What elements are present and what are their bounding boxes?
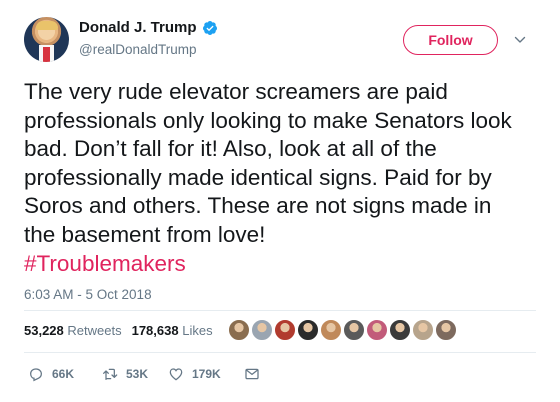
retweets-count: 53,228 [24,323,64,338]
liker-avatar[interactable] [297,319,319,341]
likes-stat[interactable]: 178,638 Likes [132,323,213,338]
liker-avatar[interactable] [412,319,434,341]
liker-avatar[interactable] [343,319,365,341]
retweets-label: Retweets [67,323,122,338]
author-display-name[interactable]: Donald J. Trump [79,19,197,36]
liker-avatar[interactable] [320,319,342,341]
liker-avatar[interactable] [274,319,296,341]
tweet-body: The very rude elevator screamers are pai… [24,79,512,247]
follow-button[interactable]: Follow [403,25,498,55]
liker-avatar[interactable] [366,319,388,341]
avatar-hair [36,21,58,30]
retweet-action[interactable]: 53K [102,366,168,382]
author-name-row[interactable]: Donald J. Trump [79,19,218,36]
hashtag-link[interactable]: #Troublemakers [24,250,524,279]
chevron-down-icon[interactable] [514,35,526,45]
tweet-stats: 53,228 Retweets 178,638 Likes [24,323,213,338]
liker-avatar[interactable] [251,319,273,341]
tweet-timestamp[interactable]: 6:03 AM - 5 Oct 2018 [24,287,152,302]
author-handle[interactable]: @realDonaldTrump [79,42,197,57]
reply-count: 66K [52,367,75,381]
reply-action[interactable]: 66K [28,366,102,382]
retweets-stat[interactable]: 53,228 Retweets [24,323,122,338]
divider [24,352,536,353]
likes-label: Likes [182,323,213,338]
retweet-icon [103,368,118,380]
avatar-tie [43,47,50,62]
like-action[interactable]: 179K [168,366,244,382]
liker-avatar[interactable] [435,319,457,341]
reply-icon [30,368,42,382]
tweet-text: The very rude elevator screamers are pai… [24,78,524,278]
heart-icon [169,368,183,381]
liker-avatar[interactable] [228,319,250,341]
like-count: 179K [192,367,221,381]
likes-count: 178,638 [131,323,179,338]
tweet-actions: 66K 53K 179K [28,366,268,382]
liker-avatars [228,319,458,341]
verified-badge-icon [202,20,217,35]
avatar[interactable] [24,17,69,62]
direct-message-action[interactable] [244,366,268,382]
divider [24,310,536,311]
envelope-icon [245,368,259,380]
liker-avatar[interactable] [389,319,411,341]
retweet-count: 53K [126,367,149,381]
